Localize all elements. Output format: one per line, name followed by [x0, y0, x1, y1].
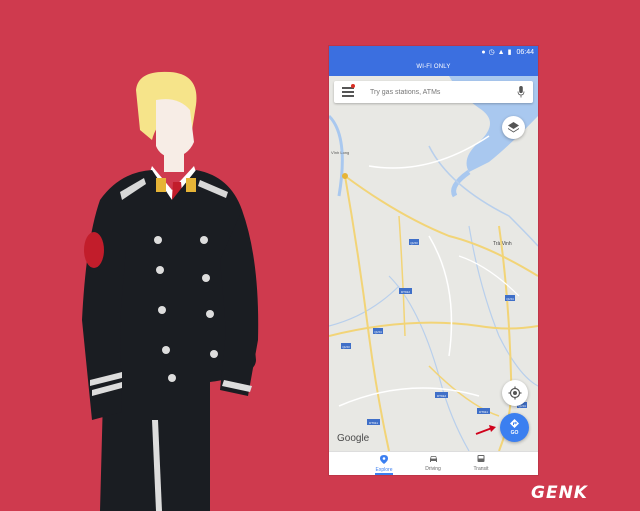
- place-label-tra-vinh: Trà Vinh: [493, 241, 512, 247]
- go-directions-button[interactable]: GO: [500, 413, 529, 442]
- road-shield: DT911: [477, 408, 490, 414]
- google-attribution-text: Google: [337, 433, 370, 444]
- battery-status-icon: ▮: [507, 49, 512, 56]
- road-shield: DT911: [367, 419, 380, 425]
- svg-text:DT911: DT911: [369, 421, 378, 425]
- car-icon: [429, 456, 437, 462]
- layers-button[interactable]: [502, 116, 525, 139]
- status-icons: ● ◷ ▲ ▮ 06:44: [481, 48, 534, 57]
- road-shield: QL54: [373, 328, 383, 334]
- uniform-character-illustration: [82, 71, 259, 511]
- watermark-logo: GENK: [531, 483, 588, 503]
- bottom-navigation: Explore Driving Transit: [329, 451, 538, 475]
- place-marker[interactable]: [342, 173, 348, 179]
- bus-icon: [477, 455, 485, 462]
- search-bar[interactable]: [334, 81, 533, 103]
- go-label: GO: [510, 430, 519, 436]
- wifi-only-banner: WI-FI ONLY: [329, 59, 538, 76]
- svg-text:QL54: QL54: [374, 330, 382, 334]
- nav-transit-label: Transit: [473, 466, 489, 472]
- location-status-icon: ●: [481, 48, 486, 56]
- crosshair-icon: [508, 386, 522, 400]
- road-shield: QL54: [505, 295, 515, 301]
- google-logo: Google: [337, 433, 369, 444]
- road-shield: DT912: [435, 392, 448, 398]
- nav-transit[interactable]: Transit: [461, 455, 501, 472]
- screenshot-canvas: ● ◷ ▲ ▮ 06:44 WI-FI ONLY Vĩnh Long Trà V…: [0, 0, 640, 511]
- active-tab-indicator: [375, 473, 393, 475]
- annotation-arrow-icon: [475, 425, 496, 435]
- nav-driving-label: Driving: [425, 466, 441, 472]
- road-shield: QL53: [409, 239, 419, 245]
- phone-screen: ● ◷ ▲ ▮ 06:44 WI-FI ONLY Vĩnh Long Trà V…: [329, 46, 538, 475]
- status-time: 06:44: [516, 48, 534, 56]
- my-location-button[interactable]: [502, 380, 528, 406]
- svg-text:DT912: DT912: [401, 290, 410, 294]
- status-bar: ● ◷ ▲ ▮ 06:44: [329, 46, 538, 59]
- road-shield: DT912: [399, 288, 412, 294]
- road-shield: QL53: [341, 343, 351, 349]
- menu-button[interactable]: [342, 87, 354, 97]
- nav-driving[interactable]: Driving: [413, 455, 453, 472]
- nav-explore[interactable]: Explore: [364, 455, 404, 473]
- layers-icon: [508, 122, 519, 133]
- svg-text:QL53: QL53: [410, 241, 418, 245]
- alarm-status-icon: ◷: [488, 49, 495, 56]
- svg-text:DT911: DT911: [479, 410, 488, 414]
- directions-icon: [510, 419, 519, 428]
- wifi-status-icon: ▲: [497, 48, 505, 56]
- svg-text:QL53: QL53: [342, 345, 350, 349]
- notification-dot: [351, 84, 355, 88]
- search-input[interactable]: [370, 81, 510, 103]
- explore-pin-icon: [380, 455, 388, 464]
- svg-text:QL54: QL54: [506, 297, 514, 301]
- microphone-icon[interactable]: [517, 86, 525, 98]
- place-label-vinh-long: Vĩnh Long: [331, 150, 349, 155]
- svg-text:DT912: DT912: [437, 394, 446, 398]
